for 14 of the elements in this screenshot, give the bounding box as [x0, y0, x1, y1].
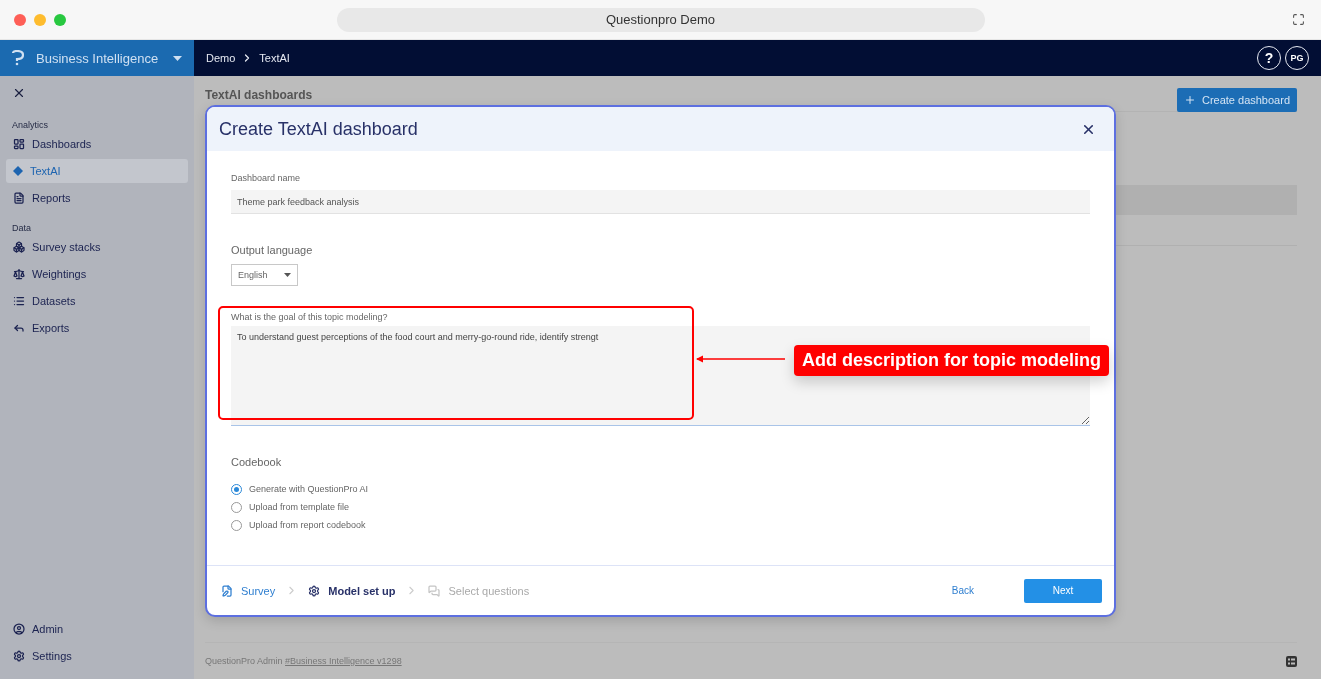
field-label: Dashboard name: [231, 173, 302, 183]
radio-label: Upload from report codebook: [249, 520, 366, 530]
page-title: TextAI dashboards: [205, 88, 313, 102]
section-title: Analytics: [12, 120, 49, 130]
radio-label: Generate with QuestionPro AI: [249, 484, 369, 494]
radio-label: Upload from template file: [249, 502, 350, 512]
field-label: Codebook: [231, 456, 283, 468]
product-name: Business Intelligence: [36, 50, 160, 66]
footer-text: QuestionPro Admin #Business Intelligence v1298: [205, 656, 402, 666]
dialog-title: Create TextAI dashboard: [219, 118, 418, 140]
section-title: Data: [12, 223, 32, 233]
callout-tooltip: Add description for topic modeling: [794, 345, 1109, 376]
field-label: Output language: [231, 244, 314, 256]
field-label: What is the goal of this topic modeling?: [231, 312, 389, 322]
